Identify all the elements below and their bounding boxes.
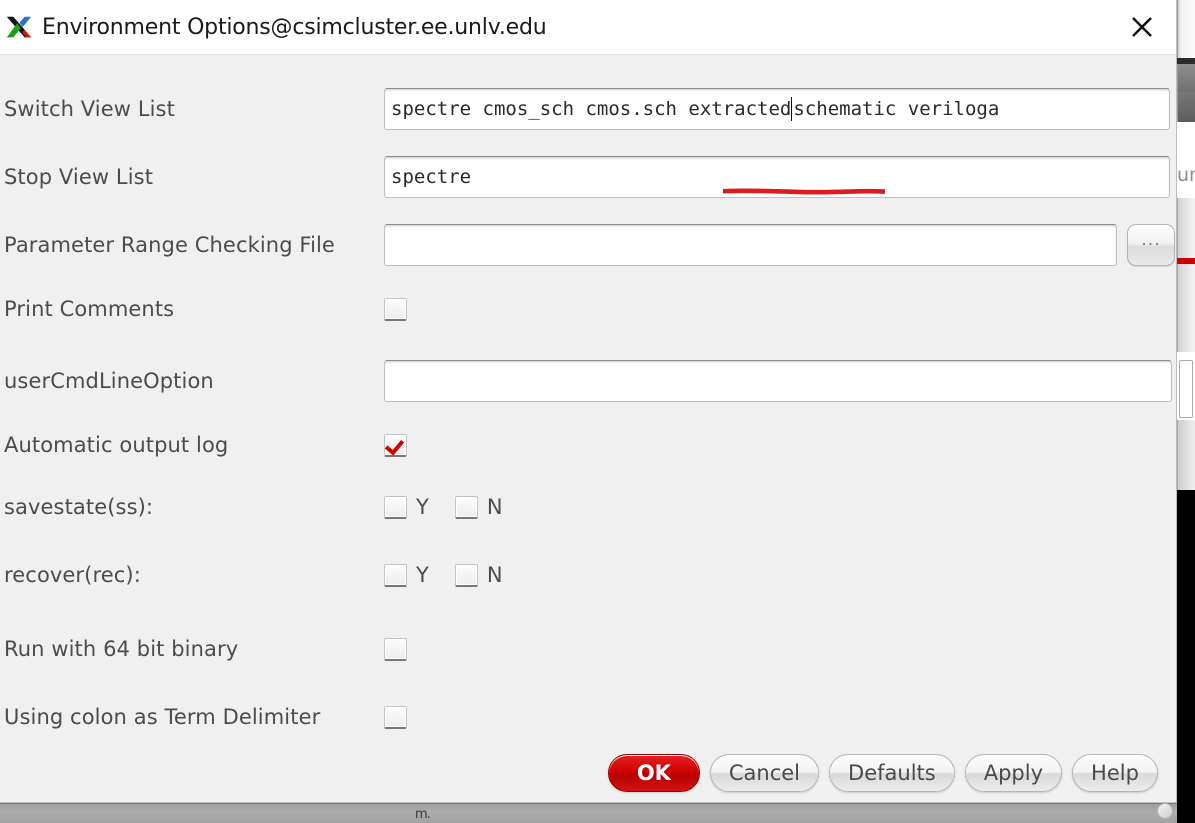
print-comments-checkbox[interactable] (384, 297, 407, 321)
recover-label: recover(rec): (4, 563, 141, 587)
row-automatic-output-log: Automatic output log (0, 433, 1176, 457)
savestate-no-label: N (486, 495, 503, 519)
background-statusbar-text: m. (415, 807, 431, 822)
run-64-bit-label: Run with 64 bit binary (4, 637, 239, 661)
background-window-dark-area (1177, 490, 1195, 823)
savestate-yes-checkbox[interactable] (384, 495, 407, 519)
window-title: Environment Options@csimcluster.ee.unlv.… (42, 14, 547, 40)
background-window-panel-b (1177, 264, 1195, 352)
row-colon-term-delimiter: Using colon as Term Delimiter (0, 705, 1176, 729)
savestate-label: savestate(ss): (4, 495, 154, 519)
row-savestate: savestate(ss): Y N (0, 495, 1176, 519)
print-comments-label: Print Comments (4, 297, 175, 321)
recover-options: Y N (384, 563, 503, 587)
text-caret (791, 97, 793, 121)
background-window-panel-second (1177, 92, 1195, 122)
recover-no-label: N (486, 563, 503, 587)
x-window-icon (6, 16, 32, 38)
savestate-yes-label: Y (416, 495, 429, 519)
row-switch-view-list: Switch View List spectre cmos_sch cmos.s… (0, 88, 1176, 130)
savestate-options: Y N (384, 495, 503, 519)
row-print-comments: Print Comments (0, 297, 1176, 321)
background-window-statusbar: m. (0, 803, 1177, 823)
recover-no-checkbox[interactable] (454, 563, 478, 587)
dialog-form-area: Switch View List spectre cmos_sch cmos.s… (0, 55, 1176, 802)
automatic-output-log-checkbox[interactable] (384, 433, 407, 457)
switch-view-list-value-after-caret: schematic veriloga (793, 98, 1000, 120)
background-window-text: un (1177, 164, 1195, 186)
switch-view-list-value-before-caret: spectre cmos_sch cmos.sch extracted (391, 98, 792, 120)
background-window-panel-a (1177, 198, 1195, 258)
defaults-button[interactable]: Defaults (829, 754, 955, 792)
parameter-range-checking-file-label: Parameter Range Checking File (4, 233, 335, 257)
ok-button[interactable]: OK (607, 754, 700, 792)
browse-file-button[interactable]: ... (1127, 224, 1175, 266)
savestate-no-checkbox[interactable] (454, 495, 478, 519)
background-window-panel-top (1177, 64, 1195, 92)
background-window-textfield[interactable] (1179, 360, 1193, 418)
stop-view-list-label: Stop View List (4, 165, 154, 189)
close-button[interactable] (1122, 7, 1162, 47)
environment-options-dialog: Environment Options@csimcluster.ee.unlv.… (0, 0, 1177, 803)
colon-term-delimiter-label: Using colon as Term Delimiter (4, 705, 321, 729)
row-parameter-range-checking-file: Parameter Range Checking File ... (0, 224, 1176, 266)
switch-view-list-input[interactable]: spectre cmos_sch cmos.sch extracted sche… (384, 88, 1170, 130)
user-cmd-line-option-label: userCmdLineOption (4, 369, 214, 393)
background-window-scrollbar[interactable] (1177, 0, 1195, 58)
run-64-bit-checkbox[interactable] (384, 637, 407, 661)
help-button[interactable]: Help (1072, 754, 1158, 792)
recover-yes-checkbox[interactable] (384, 563, 407, 587)
stop-view-list-input[interactable]: spectre (384, 156, 1170, 198)
background-window-panel-c (1177, 420, 1195, 490)
colon-term-delimiter-checkbox[interactable] (384, 705, 407, 729)
recover-yes-label: Y (416, 563, 429, 587)
row-user-cmd-line-option: userCmdLineOption (0, 360, 1176, 402)
row-run-64-bit: Run with 64 bit binary (0, 637, 1176, 661)
parameter-range-checking-file-input[interactable] (384, 224, 1117, 266)
dialog-button-bar: OK Cancel Defaults Apply Help (0, 744, 1176, 802)
dialog-titlebar[interactable]: Environment Options@csimcluster.ee.unlv.… (0, 0, 1176, 55)
automatic-output-log-label: Automatic output log (4, 433, 229, 457)
apply-button[interactable]: Apply (964, 754, 1062, 792)
row-recover: recover(rec): Y N (0, 563, 1176, 587)
switch-view-list-label: Switch View List (4, 97, 175, 121)
cancel-button[interactable]: Cancel (709, 754, 820, 792)
background-window-resize-grip[interactable] (1157, 803, 1173, 819)
user-cmd-line-option-input[interactable] (384, 360, 1172, 402)
row-stop-view-list: Stop View List spectre (0, 156, 1176, 198)
close-icon (1132, 17, 1152, 37)
